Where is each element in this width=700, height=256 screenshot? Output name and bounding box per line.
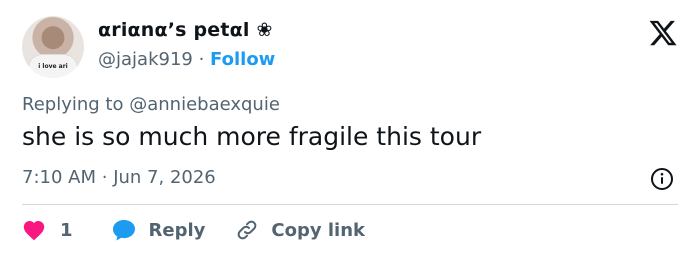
copy-link-label: Copy link (271, 219, 365, 241)
tweet-timestamp[interactable]: 7:10 AM · Jun 7, 2026 (22, 167, 216, 188)
display-name[interactable]: αriαnα’s petαl ❀ (98, 19, 273, 41)
x-logo-icon[interactable] (648, 18, 678, 48)
follow-button[interactable]: Follow (210, 49, 275, 70)
reply-label: Reply (148, 219, 206, 241)
copy-link-button[interactable]: Copy link (235, 218, 365, 242)
handle-separator: · (198, 49, 205, 70)
reply-button[interactable]: Reply (111, 218, 206, 242)
reply-mention-link[interactable]: @anniebaexquie (129, 94, 280, 115)
avatar-shirt-text: i love ari (38, 63, 68, 70)
timestamp-separator: · (101, 167, 108, 188)
avatar-shirt: i love ari (28, 54, 78, 78)
tweet-time: 7:10 AM (22, 167, 96, 188)
heart-icon (23, 221, 45, 241)
action-bar: 1 Reply Copy link (22, 216, 365, 244)
user-handle[interactable]: @jajak919 (98, 49, 193, 70)
like-button[interactable]: 1 (22, 219, 73, 241)
like-count: 1 (60, 219, 73, 241)
info-icon[interactable] (650, 167, 674, 191)
tweet-text: she is so much more fragile this tour (22, 122, 482, 151)
divider (22, 204, 678, 205)
tweet-date: Jun 7, 2026 (113, 167, 216, 188)
handle-row: @jajak919 · Follow (98, 49, 275, 70)
replying-to: Replying to @anniebaexquie (22, 94, 280, 115)
replying-prefix: Replying to (22, 94, 124, 115)
link-icon (238, 220, 257, 240)
reply-bubble-icon (112, 220, 135, 241)
avatar[interactable]: i love ari (22, 16, 84, 78)
